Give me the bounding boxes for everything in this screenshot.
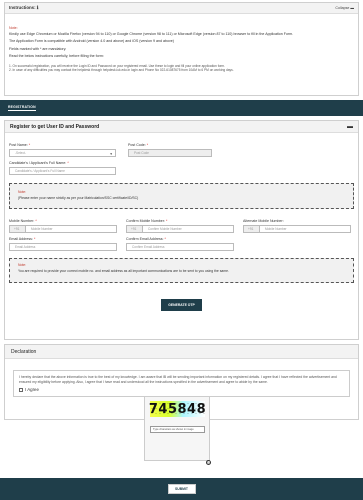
post-name-select[interactable]: -Select- ▾ bbox=[9, 149, 116, 157]
declaration-text-content: I hereby declare that the above informat… bbox=[19, 375, 337, 384]
declaration-header: Declaration bbox=[5, 345, 358, 359]
captcha-code: 745848 bbox=[148, 401, 207, 417]
email-label: Email Address: * bbox=[9, 237, 36, 241]
post-code-input[interactable]: Post Code bbox=[128, 149, 212, 157]
declaration-text: I hereby declare that the above informat… bbox=[13, 370, 350, 397]
contact-note-text: You are required to provide your correct… bbox=[18, 269, 229, 273]
confirm-email-label: Confirm Email Address: * bbox=[126, 237, 166, 241]
instructions-body: Note: Kindly use Edge Chromium or Mozill… bbox=[5, 14, 358, 77]
alt-mobile-input[interactable]: Mobile Number bbox=[260, 225, 351, 233]
register-panel: Register to get User ID and Password ▬ P… bbox=[4, 120, 359, 340]
instruction-small-line: 2. In case of any difficulties you may c… bbox=[9, 68, 234, 72]
declaration-title: Declaration bbox=[11, 348, 37, 355]
instruction-line: Read the below instructions carefully, b… bbox=[9, 54, 104, 58]
name-note-label: Note: bbox=[18, 190, 27, 194]
instruction-line: Kindly use Edge Chromium or Mozilla Fire… bbox=[9, 31, 294, 36]
collapse-button[interactable]: Collapse ▬ bbox=[335, 6, 354, 10]
confirm-mobile-field: +91 Confirm Mobile Number bbox=[126, 225, 234, 233]
confirm-email-input[interactable]: Confirm Email Address bbox=[126, 243, 234, 251]
alt-mobile-label: Alternate Mobile Number: bbox=[243, 219, 284, 223]
agree-label: I Agree bbox=[25, 387, 39, 392]
confirm-mobile-prefix: +91 bbox=[126, 225, 143, 233]
alt-mobile-prefix: +91 bbox=[243, 225, 260, 233]
chevron-down-icon: ▾ bbox=[110, 152, 112, 156]
refresh-icon[interactable]: ↻ bbox=[206, 460, 211, 465]
name-note-text: (Please enter your name strictly as per … bbox=[18, 196, 139, 200]
mobile-label: Mobile Number: * bbox=[9, 219, 37, 223]
agree-checkbox-row[interactable]: I Agree bbox=[19, 387, 344, 392]
instructions-header: Instructions: ℹ Collapse ▬ bbox=[5, 3, 358, 14]
mobile-input[interactable]: Mobile Number bbox=[26, 225, 117, 233]
minimize-button[interactable]: ▬ bbox=[347, 124, 353, 130]
candidate-name-label: Candidate's / Applicant's Full Name: * bbox=[9, 161, 69, 165]
captcha-input[interactable]: Type characters as shown in image bbox=[150, 426, 205, 433]
post-name-label: Post Name: * bbox=[9, 143, 31, 147]
instruction-line: The Application Form is compatible with … bbox=[9, 39, 175, 43]
captcha-box: 745848 Type characters as shown in image bbox=[144, 396, 210, 461]
candidate-name-input[interactable]: Candidate's / Applicant's Full Name bbox=[9, 167, 116, 175]
instructions-title: Instructions: ℹ bbox=[9, 5, 39, 10]
register-title: Register to get User ID and Password bbox=[10, 123, 100, 130]
instructions-panel: Instructions: ℹ Collapse ▬ Note: Kindly … bbox=[4, 2, 359, 96]
captcha-image: 745848 bbox=[148, 401, 207, 417]
mobile-prefix: +91 bbox=[9, 225, 26, 233]
email-input[interactable]: Email Address bbox=[9, 243, 117, 251]
register-body: Post Name: * -Select- ▾ Post Code: * Pos… bbox=[5, 133, 358, 319]
registration-band: REGISTRATION bbox=[0, 100, 363, 116]
contact-note-box: Note: You are required to provide your c… bbox=[9, 258, 354, 283]
alt-mobile-field: +91 Mobile Number bbox=[243, 225, 351, 233]
confirm-mobile-input[interactable]: Confirm Mobile Number bbox=[143, 225, 234, 233]
submit-band: SUBMIT bbox=[0, 478, 363, 500]
submit-button[interactable]: SUBMIT bbox=[167, 484, 196, 494]
name-note-box: Note: (Please enter your name strictly a… bbox=[9, 183, 354, 209]
contact-note-label: Note: bbox=[18, 263, 27, 267]
mobile-field: +91 Mobile Number bbox=[9, 225, 117, 233]
instruction-line: Fields marked with * are mandatory. bbox=[9, 46, 67, 51]
registration-tab[interactable]: REGISTRATION bbox=[8, 105, 36, 111]
register-header: Register to get User ID and Password ▬ bbox=[5, 121, 358, 133]
agree-checkbox[interactable] bbox=[19, 387, 23, 392]
post-name-value: -Select- bbox=[15, 151, 26, 155]
confirm-mobile-label: Confirm Mobile Number: * bbox=[126, 219, 168, 223]
generate-otp-button[interactable]: GENERATE OTP bbox=[161, 299, 202, 311]
post-code-label: Post Code: * bbox=[128, 143, 149, 147]
